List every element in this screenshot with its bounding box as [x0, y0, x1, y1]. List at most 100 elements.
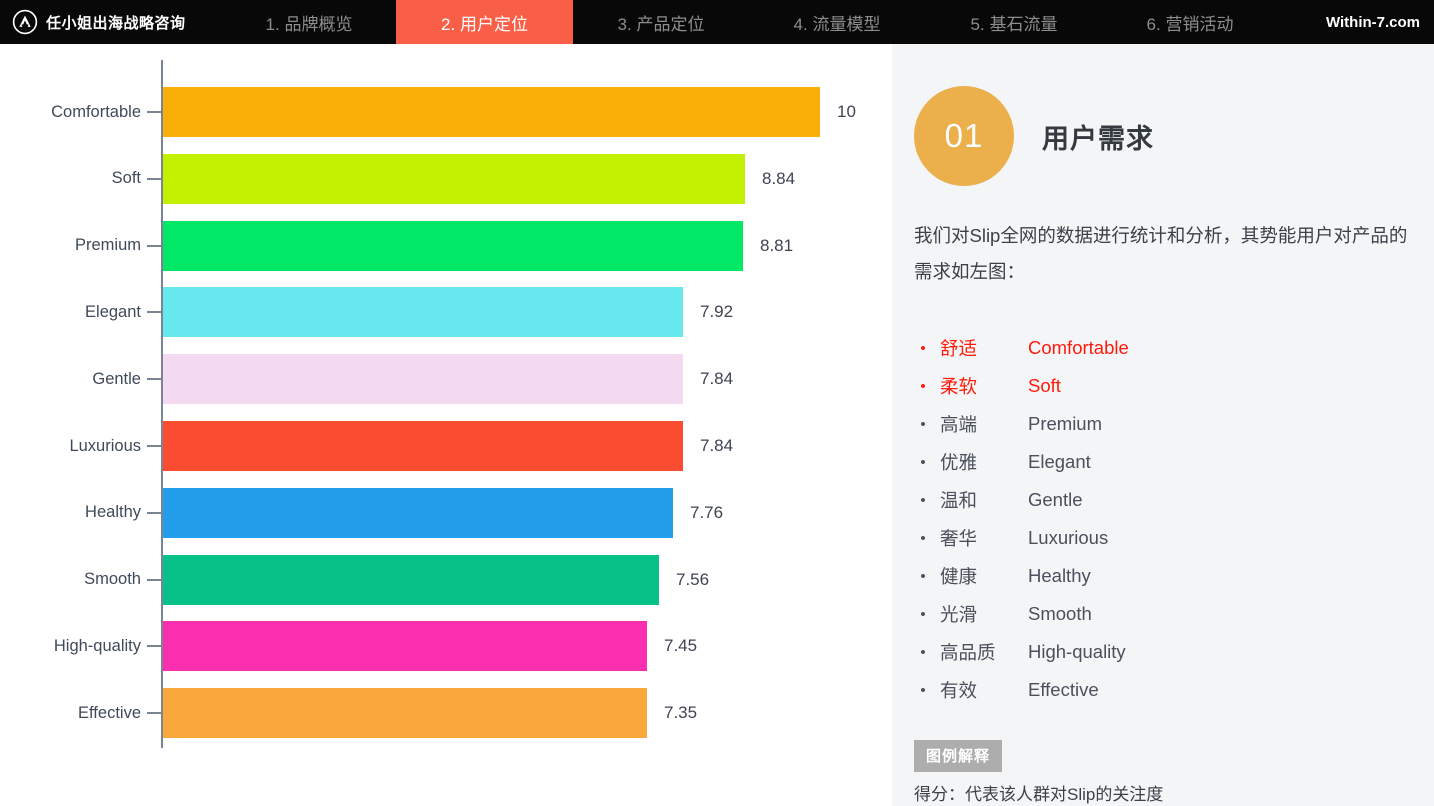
bullet-dot-icon: • [914, 341, 932, 356]
bar-category-label: Premium [0, 221, 141, 271]
list-item: •柔软Soft [914, 367, 1414, 405]
axis-tick [147, 579, 163, 581]
bar-row: Gentle 7.84 [0, 354, 892, 404]
side-panel: 01 用户需求 我们对Slip全网的数据进行统计和分析，其势能用户对产品的需求如… [892, 44, 1434, 806]
bar-row: Soft 8.84 [0, 154, 892, 204]
list-item: • 健康Healthy [914, 557, 1414, 595]
bar-row: Comfortable 10 [0, 87, 892, 137]
list-item-label-en: Gentle [1028, 489, 1083, 511]
section-paragraph: 我们对Slip全网的数据进行统计和分析，其势能用户对产品的需求如左图： [914, 218, 1416, 290]
bullet-dot-icon: • [914, 607, 932, 622]
bar-category-label: Comfortable [0, 87, 141, 137]
nav-tab-5[interactable]: 5. 基石流量 [950, 0, 1078, 44]
list-item-label-zh: 高品质 [940, 639, 1028, 665]
bar-value-label: 7.76 [690, 488, 723, 538]
list-item: • 光滑Smooth [914, 595, 1414, 633]
list-item-label-zh: 舒适 [940, 335, 1028, 361]
axis-tick [147, 712, 163, 714]
bar [163, 555, 659, 605]
list-item: • 有效Effective [914, 671, 1414, 709]
list-item-label-en: Elegant [1028, 451, 1091, 473]
section-header: 01 用户需求 [914, 86, 1154, 186]
bar [163, 621, 647, 671]
bullet-dot-icon: • [914, 645, 932, 660]
bar-value-label: 7.56 [676, 555, 709, 605]
bar-row: Smooth 7.56 [0, 555, 892, 605]
list-item-label-en: Luxurious [1028, 527, 1108, 549]
axis-tick [147, 111, 163, 113]
bar-row: Luxurious 7.84 [0, 421, 892, 471]
bar [163, 87, 820, 137]
bar-row: Effective 7.35 [0, 688, 892, 738]
axis-tick [147, 378, 163, 380]
bar-value-label: 8.84 [762, 154, 795, 204]
bar-row: Premium 8.81 [0, 221, 892, 271]
bullet-dot-icon: • [914, 455, 932, 470]
bullet-dot-icon: • [914, 531, 932, 546]
bar-category-label: Elegant [0, 287, 141, 337]
bullet-dot-icon: • [914, 683, 932, 698]
bar-category-label: Gentle [0, 354, 141, 404]
bar-value-label: 7.45 [664, 621, 697, 671]
axis-tick [147, 311, 163, 313]
bar [163, 354, 683, 404]
bar-value-label: 7.84 [700, 354, 733, 404]
list-item-label-en: Healthy [1028, 565, 1091, 587]
bar [163, 421, 683, 471]
list-item-label-en: Comfortable [1028, 337, 1129, 359]
nav-tab-1[interactable]: 1. 品牌概览 [245, 0, 373, 44]
axis-tick [147, 445, 163, 447]
bar-value-label: 10 [837, 87, 856, 137]
bar-chart: Comfortable 10 Soft 8.84 Premium 8.81 Elegant 7… [0, 44, 892, 806]
site-url-label: Within-7.com [1326, 0, 1420, 44]
nav-tab-4[interactable]: 4. 流量模型 [773, 0, 901, 44]
list-item: • 奢华Luxurious [914, 519, 1414, 557]
bar-row: Elegant 7.92 [0, 287, 892, 337]
top-navigation-bar: 任小姐出海战略咨询 1. 品牌概览2. 用户定位3. 产品定位4. 流量模型5.… [0, 0, 1434, 44]
legend-explanation: 图例解释 得分：代表该人群对Slip的关注度 [914, 740, 1414, 805]
list-item-label-zh: 有效 [940, 677, 1028, 703]
bar-row: Healthy7.76 [0, 488, 892, 538]
list-item: • 舒适Comfortable [914, 329, 1414, 367]
bar [163, 154, 745, 204]
list-item: • 温和Gentle [914, 481, 1414, 519]
list-item-label-zh: 高端 [940, 411, 1028, 437]
bullet-dot-icon: • [914, 417, 932, 432]
nav-tab-3[interactable]: 3. 产品定位 [597, 0, 725, 44]
bar-value-label: 7.84 [700, 421, 733, 471]
list-item-label-zh: 优雅 [940, 449, 1028, 475]
list-item-label-zh: 柔软 [940, 373, 1028, 399]
list-item-label-zh: 奢华 [940, 525, 1028, 551]
nav-tab-2[interactable]: 2. 用户定位 [396, 0, 573, 44]
bar-row: High-quality 7.45 [0, 621, 892, 671]
list-item-label-zh: 光滑 [940, 601, 1028, 627]
legend-tag-label: 图例解释 [914, 740, 1002, 772]
list-item-label-en: Effective [1028, 679, 1099, 701]
bar-category-label: Luxurious [0, 421, 141, 471]
bar-value-label: 7.92 [700, 287, 733, 337]
needs-list: •舒适Comfortable•柔软Soft•高端Premium•优雅Elegan… [914, 329, 1414, 709]
list-item-label-en: Smooth [1028, 603, 1092, 625]
list-item-label-en: High-quality [1028, 641, 1126, 663]
axis-tick [147, 512, 163, 514]
axis-tick [147, 645, 163, 647]
bar [163, 287, 683, 337]
section-number-badge: 01 [914, 86, 1014, 186]
bar-category-label: Smooth [0, 555, 141, 605]
axis-tick [147, 178, 163, 180]
list-item-label-en: Premium [1028, 413, 1102, 435]
nav-tab-6[interactable]: 6. 营销活动 [1126, 0, 1254, 44]
bar-category-label: High-quality [0, 621, 141, 671]
list-item-label-en: Soft [1028, 375, 1061, 397]
bullet-dot-icon: • [914, 493, 932, 508]
list-item-label-zh: 温和 [940, 487, 1028, 513]
list-item-label-zh: 健康 [940, 563, 1028, 589]
bar-value-label: 7.35 [664, 688, 697, 738]
list-item: • 高品质High-quality [914, 633, 1414, 671]
bar-category-label: Soft [0, 154, 141, 204]
bar [163, 688, 647, 738]
bar-value-label: 8.81 [760, 221, 793, 271]
list-item: • 高端Premium [914, 405, 1414, 443]
bullet-dot-icon: • [914, 569, 932, 584]
bar-category-label: Effective [0, 688, 141, 738]
